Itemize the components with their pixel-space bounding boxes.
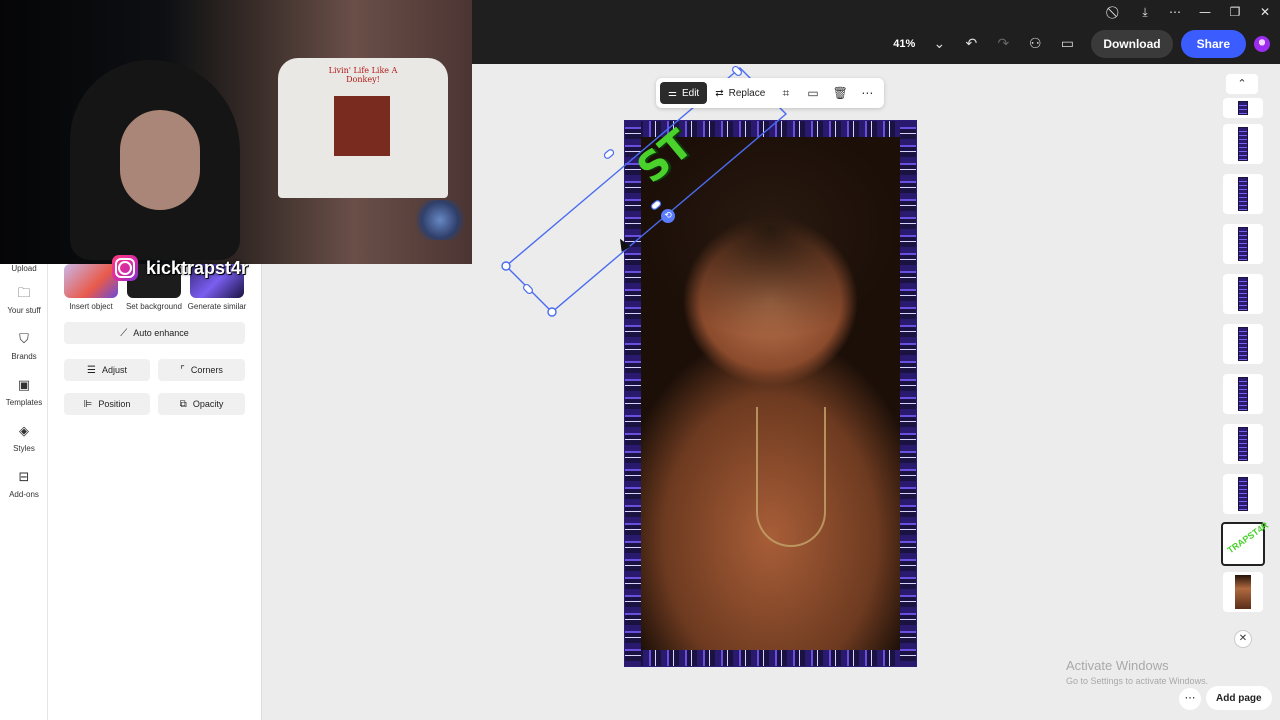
rail-item-your-stuff[interactable]: 🗀 Your stuff bbox=[0, 286, 48, 315]
generate-similar-label: Generate similar bbox=[187, 302, 247, 311]
page-thumbnail[interactable] bbox=[1223, 174, 1263, 214]
invite-icon[interactable]: ⚇ bbox=[1019, 36, 1051, 52]
replace-label: Replace bbox=[728, 87, 766, 99]
opacity-button[interactable]: ⧉ Opacity bbox=[158, 393, 245, 415]
replace-icon: ⇄ bbox=[715, 87, 724, 99]
close-icon[interactable]: ✕ bbox=[1234, 630, 1252, 648]
brand-icon: ⛉ bbox=[19, 332, 29, 347]
lamp-glow bbox=[410, 200, 470, 240]
tshirt-print bbox=[334, 96, 390, 156]
share-button[interactable]: Share bbox=[1180, 30, 1246, 58]
rail-item-label: Styles bbox=[13, 444, 35, 453]
rail-item-brands[interactable]: ⛉ Brands bbox=[0, 332, 48, 361]
addons-icon: ⊟ bbox=[18, 470, 30, 485]
adjust-label: Adjust bbox=[101, 365, 127, 375]
minimize-button[interactable]: — bbox=[1190, 5, 1220, 19]
folder-icon: 🗀 bbox=[17, 286, 31, 301]
align-icon: ⊫ bbox=[83, 398, 93, 410]
page-thumbnail[interactable] bbox=[1223, 424, 1263, 464]
frame-border-right bbox=[900, 121, 916, 666]
more-icon[interactable]: ⋯ bbox=[1160, 5, 1190, 19]
page-thumbnail[interactable] bbox=[1223, 124, 1263, 164]
insert-object-tile[interactable] bbox=[64, 264, 118, 298]
window-controls: ⃠ ⤓ ⋯ — ❐ ✕ bbox=[1100, 0, 1280, 24]
redo-icon[interactable]: ↷ bbox=[987, 36, 1019, 52]
opacity-icon: ⧉ bbox=[179, 398, 187, 410]
activate-windows-watermark: Activate Windows Go to Settings to activ… bbox=[1066, 658, 1208, 686]
more-icon[interactable]: ⋯ bbox=[855, 86, 880, 100]
rail-item-label: Your stuff bbox=[7, 306, 41, 315]
social-handle: kicktrapst4r bbox=[112, 253, 248, 283]
page-thumbnail[interactable] bbox=[1223, 224, 1263, 264]
webcam-overlay: Livin' Life Like A Donkey! bbox=[0, 0, 472, 264]
download-button[interactable]: Download bbox=[1091, 30, 1173, 58]
editor-toolbar: 41% ⌄ ↶ ↷ ⚇ ▭ Download Share bbox=[893, 30, 1270, 58]
rail-item-label: Templates bbox=[5, 398, 43, 407]
corners-button[interactable]: ⌜ Corners bbox=[158, 359, 245, 381]
streamer-face bbox=[120, 110, 200, 210]
rail-item-label: Brands bbox=[11, 352, 37, 361]
chevron-down-icon[interactable]: ⌄ bbox=[923, 36, 955, 52]
styles-icon: ◈ bbox=[19, 424, 29, 439]
page-thumbnail[interactable] bbox=[1223, 324, 1263, 364]
instagram-icon bbox=[112, 255, 138, 281]
adjust-button[interactable]: ☰ Adjust bbox=[64, 359, 150, 381]
rotate-handle-icon[interactable]: ⟲ bbox=[661, 209, 675, 223]
rail-item-templates[interactable]: ▣ Templates bbox=[0, 378, 48, 407]
trash-icon[interactable]: 🗑 bbox=[828, 86, 853, 100]
templates-icon: ▣ bbox=[17, 378, 31, 393]
necklace bbox=[756, 407, 826, 547]
comment-icon[interactable]: ▭ bbox=[800, 86, 825, 100]
edit-label: Edit bbox=[681, 87, 700, 99]
download-tray-icon[interactable]: ⤓ bbox=[1130, 5, 1160, 20]
rail-item-label: Upload bbox=[11, 264, 37, 273]
auto-enhance-button[interactable]: ⟋ Auto enhance bbox=[64, 322, 245, 344]
replace-button[interactable]: ⇄ Replace bbox=[709, 82, 771, 104]
auto-enhance-label: Auto enhance bbox=[133, 328, 189, 338]
comment-icon[interactable]: ▭ bbox=[1051, 36, 1083, 52]
maximize-button[interactable]: ❐ bbox=[1220, 5, 1250, 19]
page-thumbnail[interactable] bbox=[1223, 474, 1263, 514]
more-options-button[interactable]: ⋯ bbox=[1179, 688, 1201, 710]
rail-item-styles[interactable]: ◈ Styles bbox=[0, 424, 48, 453]
frame-border-bottom bbox=[625, 650, 916, 666]
position-label: Position bbox=[98, 399, 131, 409]
activate-title: Activate Windows bbox=[1066, 658, 1169, 673]
page-thumbnails: ⌃ TRAPST4R bbox=[1218, 72, 1270, 632]
magic-wand-icon: ⟋ bbox=[120, 327, 128, 339]
page-thumbnail[interactable] bbox=[1223, 374, 1263, 414]
tshirt-text: Livin' Life Like A Donkey! bbox=[328, 66, 398, 84]
zoom-level[interactable]: 41% bbox=[893, 38, 915, 50]
page-thumbnail-selected[interactable]: TRAPST4R bbox=[1221, 520, 1270, 566]
rail-item-label: Add-ons bbox=[9, 490, 39, 499]
position-button[interactable]: ⊫ Position bbox=[64, 393, 150, 415]
add-page-button[interactable]: Add page bbox=[1206, 686, 1272, 710]
corner-icon: ⌜ bbox=[180, 364, 185, 376]
set-background-label: Set background bbox=[125, 302, 183, 311]
context-toolbar: ⚌ Edit ⇄ Replace ⌗ ▭ 🗑 ⋯ bbox=[656, 78, 884, 108]
no-device-icon[interactable]: ⃠ bbox=[1100, 5, 1130, 20]
edit-button[interactable]: ⚌ Edit bbox=[660, 82, 708, 104]
chevron-up-icon[interactable]: ⌃ bbox=[1226, 74, 1258, 94]
avatar[interactable] bbox=[1254, 36, 1270, 52]
insert-object-label: Insert object bbox=[69, 302, 113, 311]
rail-item-addons[interactable]: ⊟ Add-ons bbox=[0, 470, 48, 499]
handle-text: kicktrapst4r bbox=[146, 257, 249, 278]
sliders-icon: ⚌ bbox=[668, 87, 677, 99]
undo-icon[interactable]: ↶ bbox=[955, 36, 987, 52]
activate-subtitle: Go to Settings to activate Windows. bbox=[1066, 676, 1209, 686]
page-thumbnail[interactable] bbox=[1223, 572, 1263, 612]
sliders-icon: ☰ bbox=[87, 364, 96, 376]
page-thumbnail[interactable] bbox=[1223, 274, 1263, 314]
close-window-button[interactable]: ✕ bbox=[1250, 5, 1280, 19]
corners-label: Corners bbox=[190, 365, 223, 375]
page-thumbnail[interactable] bbox=[1223, 98, 1263, 118]
crop-icon[interactable]: ⌗ bbox=[773, 86, 798, 101]
opacity-label: Opacity bbox=[192, 399, 224, 409]
